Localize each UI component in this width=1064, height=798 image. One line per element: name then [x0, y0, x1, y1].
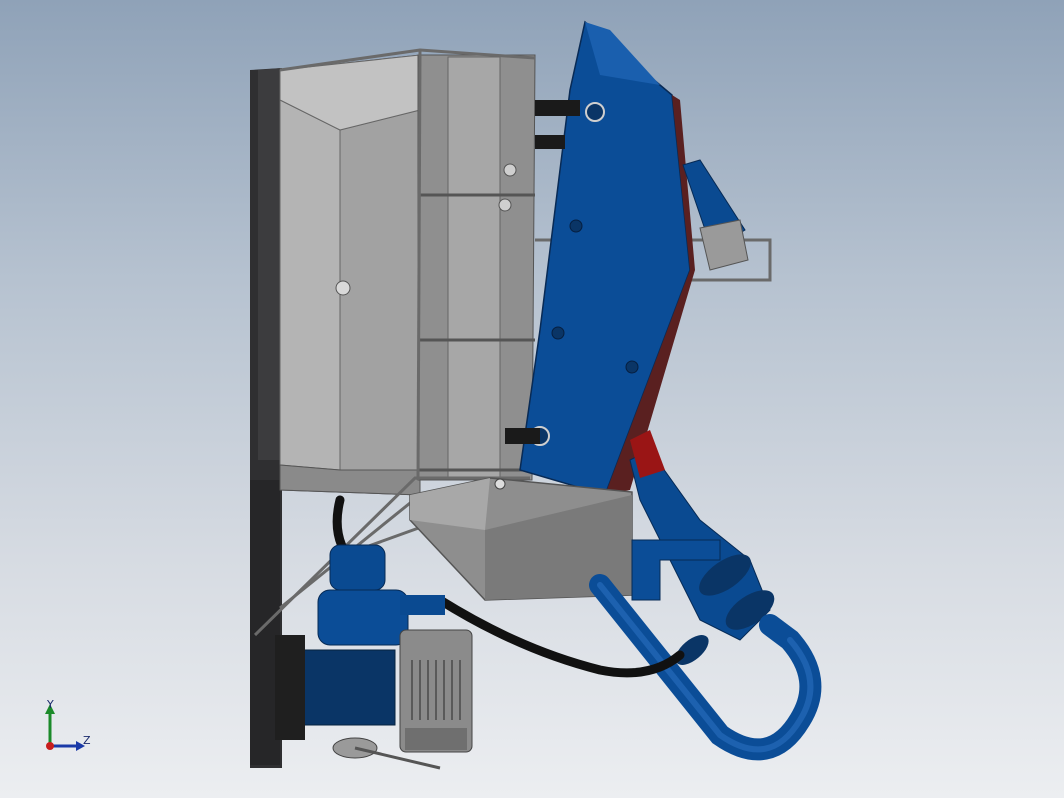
- ladder-post: [417, 54, 536, 481]
- triad-z-label: Z: [83, 734, 91, 747]
- assembly-model[interactable]: [0, 0, 1064, 798]
- cad-viewport[interactable]: Y Z: [0, 0, 1064, 798]
- triad-y-label: Y: [47, 698, 54, 711]
- vibrating-screen: [519, 20, 695, 496]
- hydrocyclone: [629, 430, 775, 641]
- coordinate-triad: Y Z: [40, 698, 100, 758]
- hopper-tank: [279, 54, 421, 496]
